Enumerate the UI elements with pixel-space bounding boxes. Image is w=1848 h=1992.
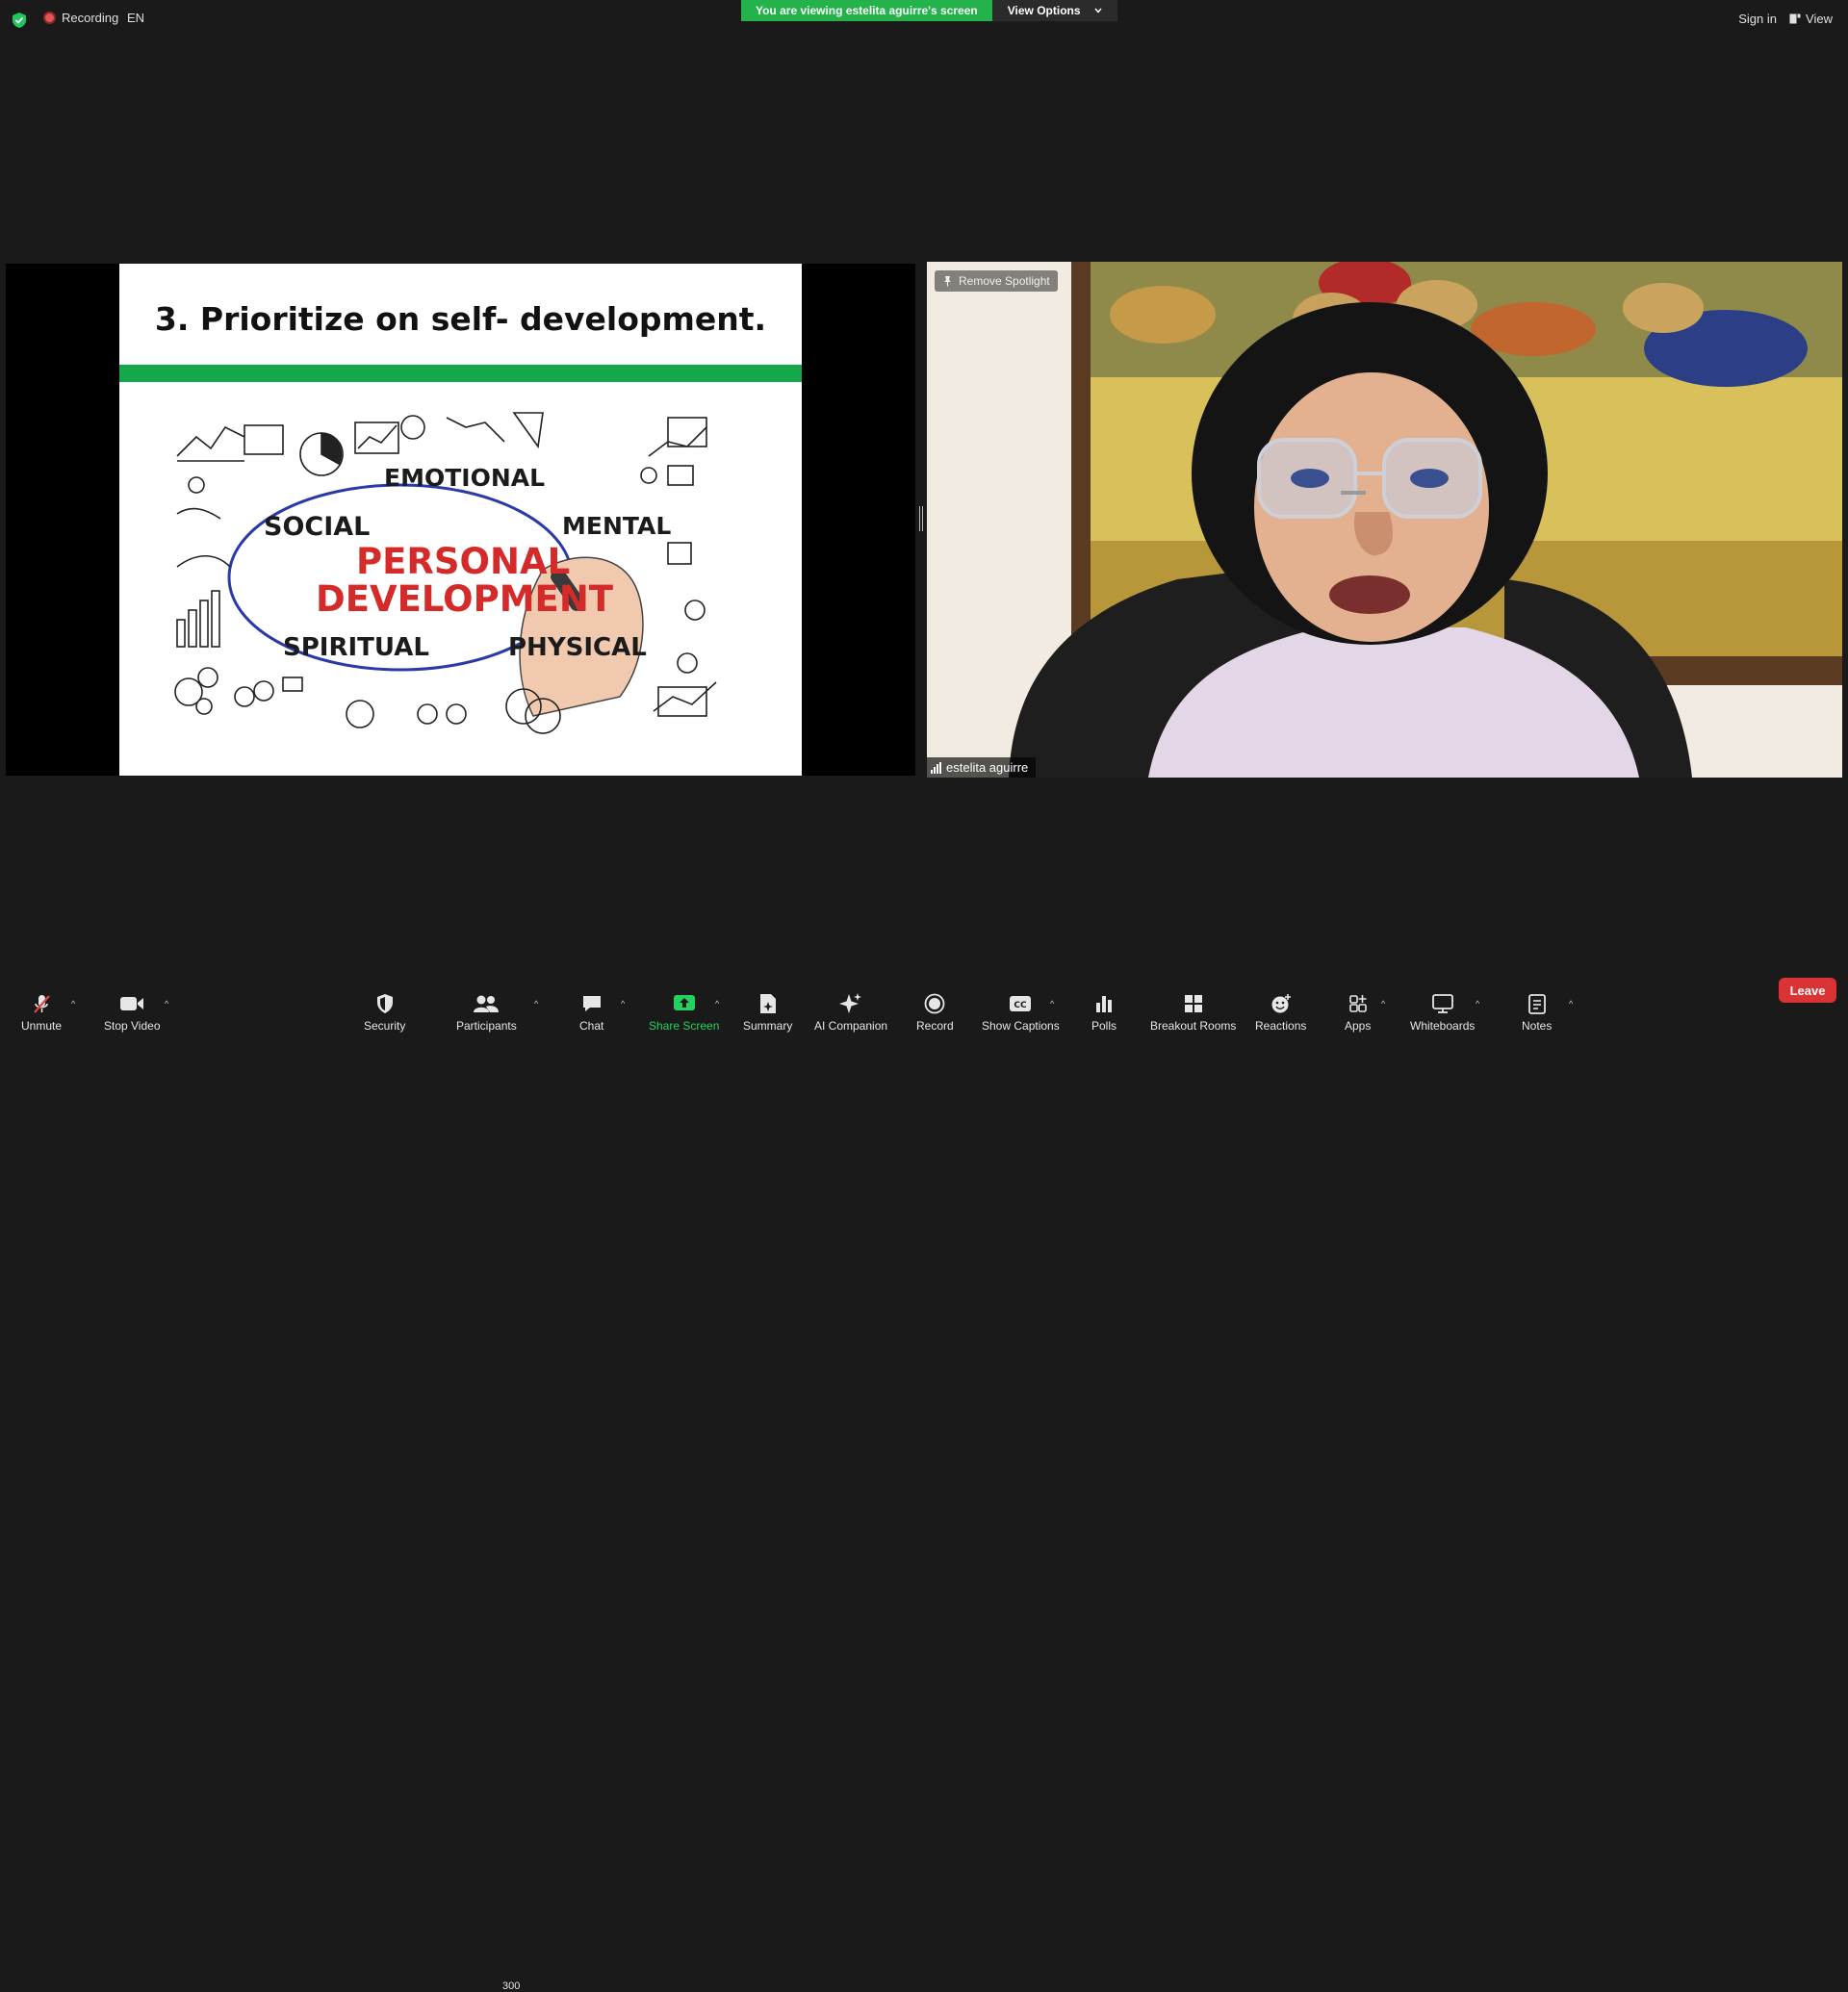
recording-dot-icon [43,12,56,24]
show-captions-button[interactable]: CC Show Captions [982,993,1060,1033]
notes-icon [1527,994,1546,1014]
audio-options-caret[interactable]: ^ [71,999,75,1009]
chat-options-caret[interactable]: ^ [621,999,625,1009]
participant-count: 300 [502,1980,521,1992]
whiteboard-icon [1431,994,1453,1013]
slide-title-bar [119,365,802,382]
meeting-toolbar: Unmute ^ Stop Video ^ Security Participa… [0,985,1848,1992]
notes-options-caret[interactable]: ^ [1569,999,1573,1009]
reactions-icon [1271,994,1291,1013]
slide-word-spiritual: SPIRITUAL [283,633,429,662]
record-icon [924,993,945,1014]
summary-icon [759,994,776,1013]
notes-button[interactable]: Notes [1522,993,1552,1033]
sign-in-button[interactable]: Sign in [1738,12,1777,26]
ai-sparkle-icon [839,993,862,1013]
apps-button[interactable]: Apps [1345,993,1371,1033]
chevron-down-icon [1093,8,1102,13]
chat-button[interactable]: Chat [579,993,603,1033]
breakout-rooms-label: Breakout Rooms [1150,1019,1237,1033]
polls-icon [1096,996,1112,1012]
unmute-label: Unmute [21,1019,63,1033]
shield-icon[interactable] [12,12,27,29]
summary-button[interactable]: Summary [743,993,792,1033]
view-icon [1789,13,1801,24]
record-button[interactable]: Record [916,993,954,1033]
recording-label: Recording [62,11,119,25]
breakout-rooms-icon [1184,995,1202,1012]
slide-word-social: SOCIAL [264,512,371,542]
stop-video-label: Stop Video [104,1019,161,1033]
slide-word-physical: PHYSICAL [508,633,647,662]
show-captions-label: Show Captions [982,1019,1060,1033]
screen-share-banner: You are viewing estelita aguirre's scree… [741,0,1117,21]
share-options-caret[interactable]: ^ [715,999,719,1009]
slide-word-development: DEVELOPMENT [316,578,614,620]
remove-spotlight-label: Remove Spotlight [959,274,1050,288]
pin-icon [944,276,951,287]
viewing-screen-text: You are viewing estelita aguirre's scree… [741,0,992,21]
view-options-label: View Options [1007,4,1081,17]
share-screen-label: Share Screen [649,1019,720,1033]
participant-name: estelita aguirre [946,760,1029,775]
split-divider-handle[interactable] [919,506,923,531]
security-button[interactable]: Security [364,993,405,1033]
ai-companion-button[interactable]: AI Companion [814,993,887,1033]
chat-label: Chat [579,1019,604,1033]
slide-word-personal: PERSONAL [356,541,571,582]
view-options-button[interactable]: View Options [991,0,1117,21]
view-label: View [1806,12,1833,26]
share-screen-button[interactable]: Share Screen [649,993,719,1033]
mic-off-icon [34,995,50,1013]
reactions-button[interactable]: Reactions [1255,993,1306,1033]
captions-icon: CC [1010,996,1032,1011]
participant-video-tile[interactable]: Remove Spotlight estelita aguirre [927,262,1842,778]
recording-indicator[interactable]: Recording [43,11,118,25]
apps-icon [1348,995,1367,1012]
chat-icon [582,996,601,1011]
notes-label: Notes [1522,1019,1553,1033]
security-label: Security [364,1019,406,1033]
slide-word-emotional: EMOTIONAL [384,464,546,492]
whiteboards-options-caret[interactable]: ^ [1476,999,1479,1009]
presentation-slide: 3. Prioritize on self- development. EMOT… [119,264,802,776]
participant-video-feed [927,262,1842,778]
leave-button[interactable]: Leave [1779,978,1836,1003]
captions-options-caret[interactable]: ^ [1050,999,1054,1009]
breakout-rooms-button[interactable]: Breakout Rooms [1150,993,1236,1033]
share-screen-icon [673,995,695,1010]
summary-label: Summary [743,1019,793,1033]
video-camera-icon [120,997,144,1010]
language-selector[interactable]: EN [127,11,144,25]
whiteboards-label: Whiteboards [1410,1019,1476,1033]
view-button[interactable]: View [1789,12,1833,26]
security-shield-icon [376,994,393,1013]
participants-label: Participants [456,1019,517,1033]
polls-button[interactable]: Polls [1091,993,1116,1033]
participants-icon [474,995,500,1012]
unmute-button[interactable]: Unmute [21,993,62,1033]
apps-options-caret[interactable]: ^ [1381,999,1385,1009]
polls-label: Polls [1091,1019,1117,1033]
slide-title: 3. Prioritize on self- development. [154,300,767,338]
participants-options-caret[interactable]: ^ [534,999,538,1009]
participants-button[interactable]: Participants [456,993,517,1033]
top-bar: Recording EN You are viewing estelita ag… [0,0,1848,38]
whiteboards-button[interactable]: Whiteboards [1410,993,1475,1033]
slide-word-mental: MENTAL [562,512,672,540]
record-label: Record [916,1019,954,1033]
stop-video-button[interactable]: Stop Video [104,993,161,1033]
apps-label: Apps [1345,1019,1372,1033]
video-options-caret[interactable]: ^ [165,999,168,1009]
ai-companion-label: AI Companion [814,1019,888,1033]
remove-spotlight-button[interactable]: Remove Spotlight [935,270,1058,292]
signal-bars-icon [931,761,941,774]
reactions-label: Reactions [1255,1019,1307,1033]
participant-name-tag: estelita aguirre [927,757,1037,778]
svg-text:CC: CC [1014,1001,1028,1010]
